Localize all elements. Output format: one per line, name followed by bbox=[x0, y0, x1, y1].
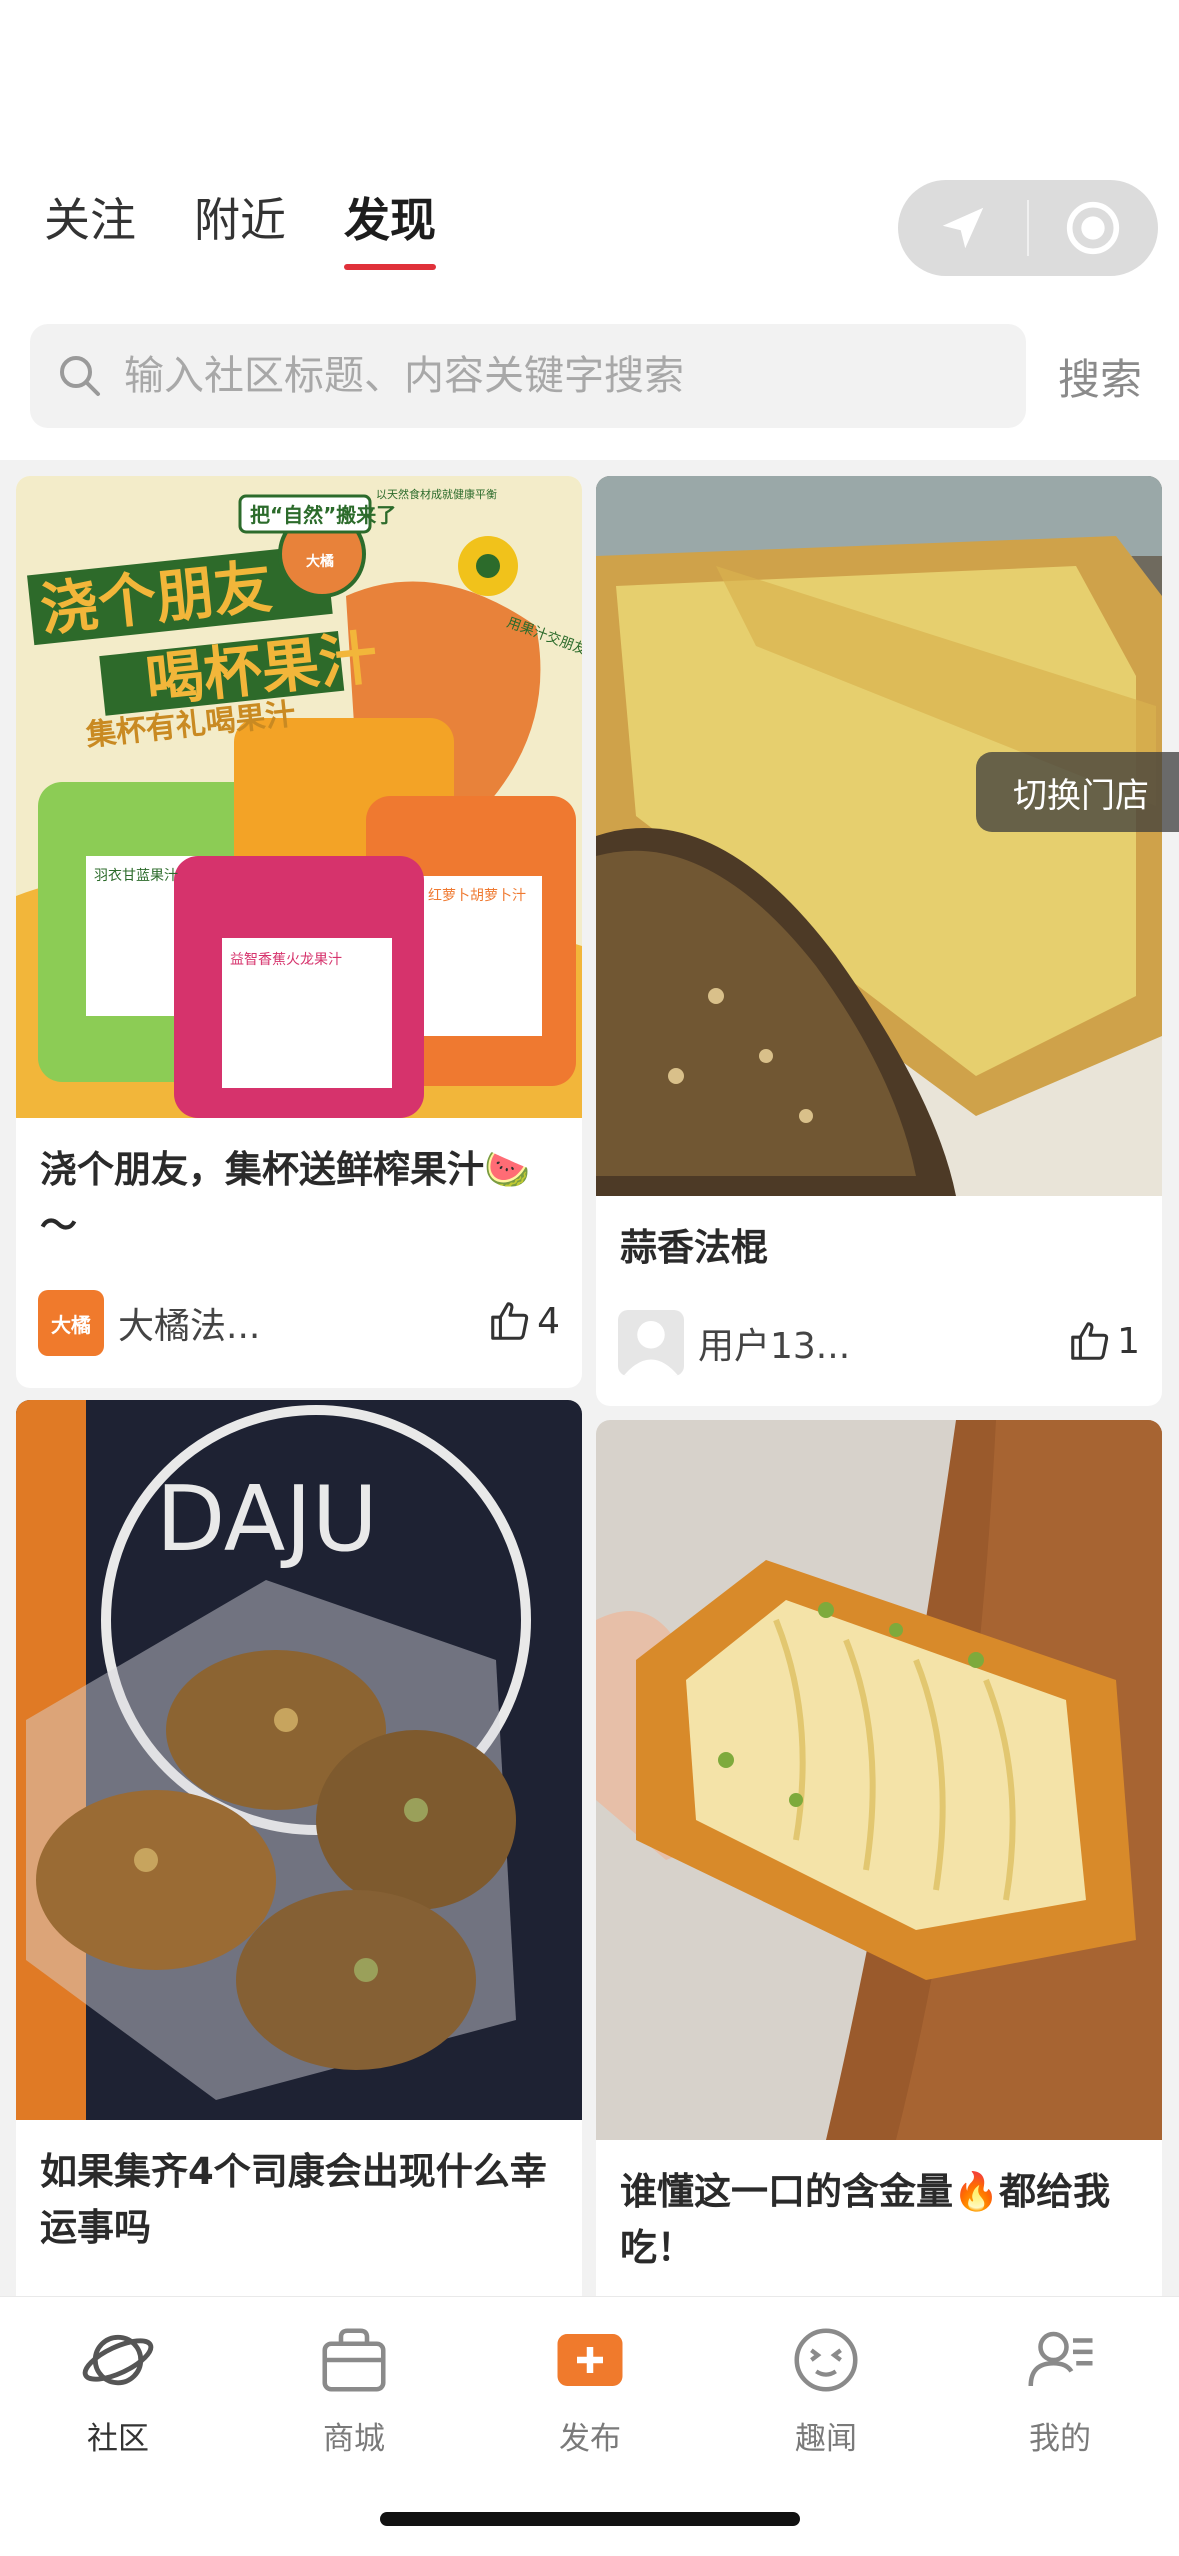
thumbs-up-icon bbox=[1071, 1322, 1109, 1360]
sign-text: DAJU bbox=[156, 1467, 378, 1572]
image-brand-text: 大橘 bbox=[306, 553, 334, 570]
nav-label: 发布 bbox=[559, 2421, 621, 2457]
search-input[interactable] bbox=[124, 353, 984, 399]
nav-label: 趣闻 bbox=[795, 2421, 857, 2457]
post-image-scones: DAJU bbox=[16, 1400, 582, 2120]
tab-following[interactable]: 关注 bbox=[44, 190, 136, 250]
thumbs-up-icon bbox=[491, 1302, 529, 1340]
user-icon bbox=[1028, 2331, 1093, 2387]
feed-tabs: 关注 附近 发现 bbox=[44, 190, 494, 270]
cup-label-1: 羽衣甘蓝果汁 bbox=[94, 868, 178, 884]
like-count: 1 bbox=[1117, 1320, 1140, 1362]
search-box bbox=[30, 324, 1026, 428]
nav-label: 商城 bbox=[323, 2421, 385, 2457]
post-card[interactable]: 谁懂这一口的含金量🔥都给我吃！ bbox=[596, 1420, 1162, 2320]
avatar bbox=[618, 1310, 684, 1376]
post-card[interactable]: 浇个朋友 喝杯果汁 集杯有礼喝果汁 把“自然”搬来了 以天然食材成就健康平衡 用… bbox=[16, 476, 582, 1388]
tab-nearby[interactable]: 附近 bbox=[194, 190, 286, 250]
target-icon bbox=[1067, 201, 1120, 255]
like-button[interactable]: 4 bbox=[487, 1298, 560, 1344]
post-title: 蒜香法棍 bbox=[620, 1226, 768, 1269]
avatar: 大橘 bbox=[38, 1290, 104, 1356]
record-button[interactable] bbox=[1029, 180, 1158, 276]
nav-label: 我的 bbox=[1029, 2421, 1091, 2457]
home-indicator bbox=[380, 2512, 800, 2526]
nav-mine[interactable]: 我的 bbox=[980, 2321, 1140, 2458]
nav-fun-news[interactable]: 趣闻 bbox=[746, 2321, 906, 2458]
author-name: 用户13... bbox=[698, 1326, 851, 1367]
planet-icon bbox=[82, 2334, 154, 2386]
nav-label: 社区 bbox=[87, 2421, 149, 2457]
top-header: 关注 附近 发现 搜索 bbox=[0, 0, 1179, 460]
default-avatar-icon bbox=[623, 1321, 679, 1376]
post-author[interactable]: 大橘 大橘法... bbox=[38, 1290, 260, 1356]
post-image-baguette bbox=[596, 476, 1162, 1196]
post-title: 谁懂这一口的含金量🔥都给我吃！ bbox=[620, 2170, 1111, 2269]
post-title: 如果集齐4个司康会出现什么幸运事吗 bbox=[40, 2150, 547, 2249]
search-button[interactable]: 搜索 bbox=[1058, 346, 1142, 407]
cup-label-3: 红萝卜胡萝卜汁 bbox=[428, 888, 526, 904]
image-tiny-text: 以天然食材成就健康平衡 bbox=[376, 487, 497, 501]
nav-community[interactable]: 社区 bbox=[38, 2321, 198, 2458]
author-name: 大橘法... bbox=[118, 1306, 261, 1347]
nav-mall[interactable]: 商城 bbox=[274, 2321, 434, 2458]
post-title: 浇个朋友，集杯送鲜榨果汁🍉～ bbox=[40, 1148, 531, 1247]
capsule-menu bbox=[898, 180, 1158, 276]
like-button[interactable]: 1 bbox=[1067, 1318, 1140, 1364]
post-card[interactable]: DAJU 如果集齐4个司康会出现什么幸运事吗 bbox=[16, 1400, 582, 2320]
post-author[interactable]: 用户13... bbox=[618, 1310, 850, 1376]
shopping-bag-icon bbox=[322, 2328, 386, 2392]
post-image-juice: 浇个朋友 喝杯果汁 集杯有礼喝果汁 把“自然”搬来了 以天然食材成就健康平衡 用… bbox=[16, 476, 582, 1118]
location-button[interactable] bbox=[898, 180, 1027, 276]
image-badge: 把“自然”搬来了 bbox=[250, 503, 396, 527]
nav-publish[interactable]: 发布 bbox=[510, 2321, 670, 2458]
switch-store-button[interactable]: 切换门店 bbox=[976, 752, 1179, 832]
tab-discover[interactable]: 发现 bbox=[344, 190, 436, 270]
plus-icon bbox=[557, 2334, 623, 2386]
location-arrow-icon bbox=[942, 207, 983, 249]
search-icon bbox=[60, 356, 100, 396]
post-card[interactable]: 蒜香法棍 用户13... 1 bbox=[596, 476, 1162, 1406]
cup-label-2: 益智香蕉火龙果汁 bbox=[230, 952, 342, 968]
like-count: 4 bbox=[537, 1300, 560, 1342]
post-image-pastry bbox=[596, 1420, 1162, 2140]
avatar-text: 大橘 bbox=[51, 1312, 91, 1337]
funny-face-icon bbox=[794, 2328, 858, 2392]
